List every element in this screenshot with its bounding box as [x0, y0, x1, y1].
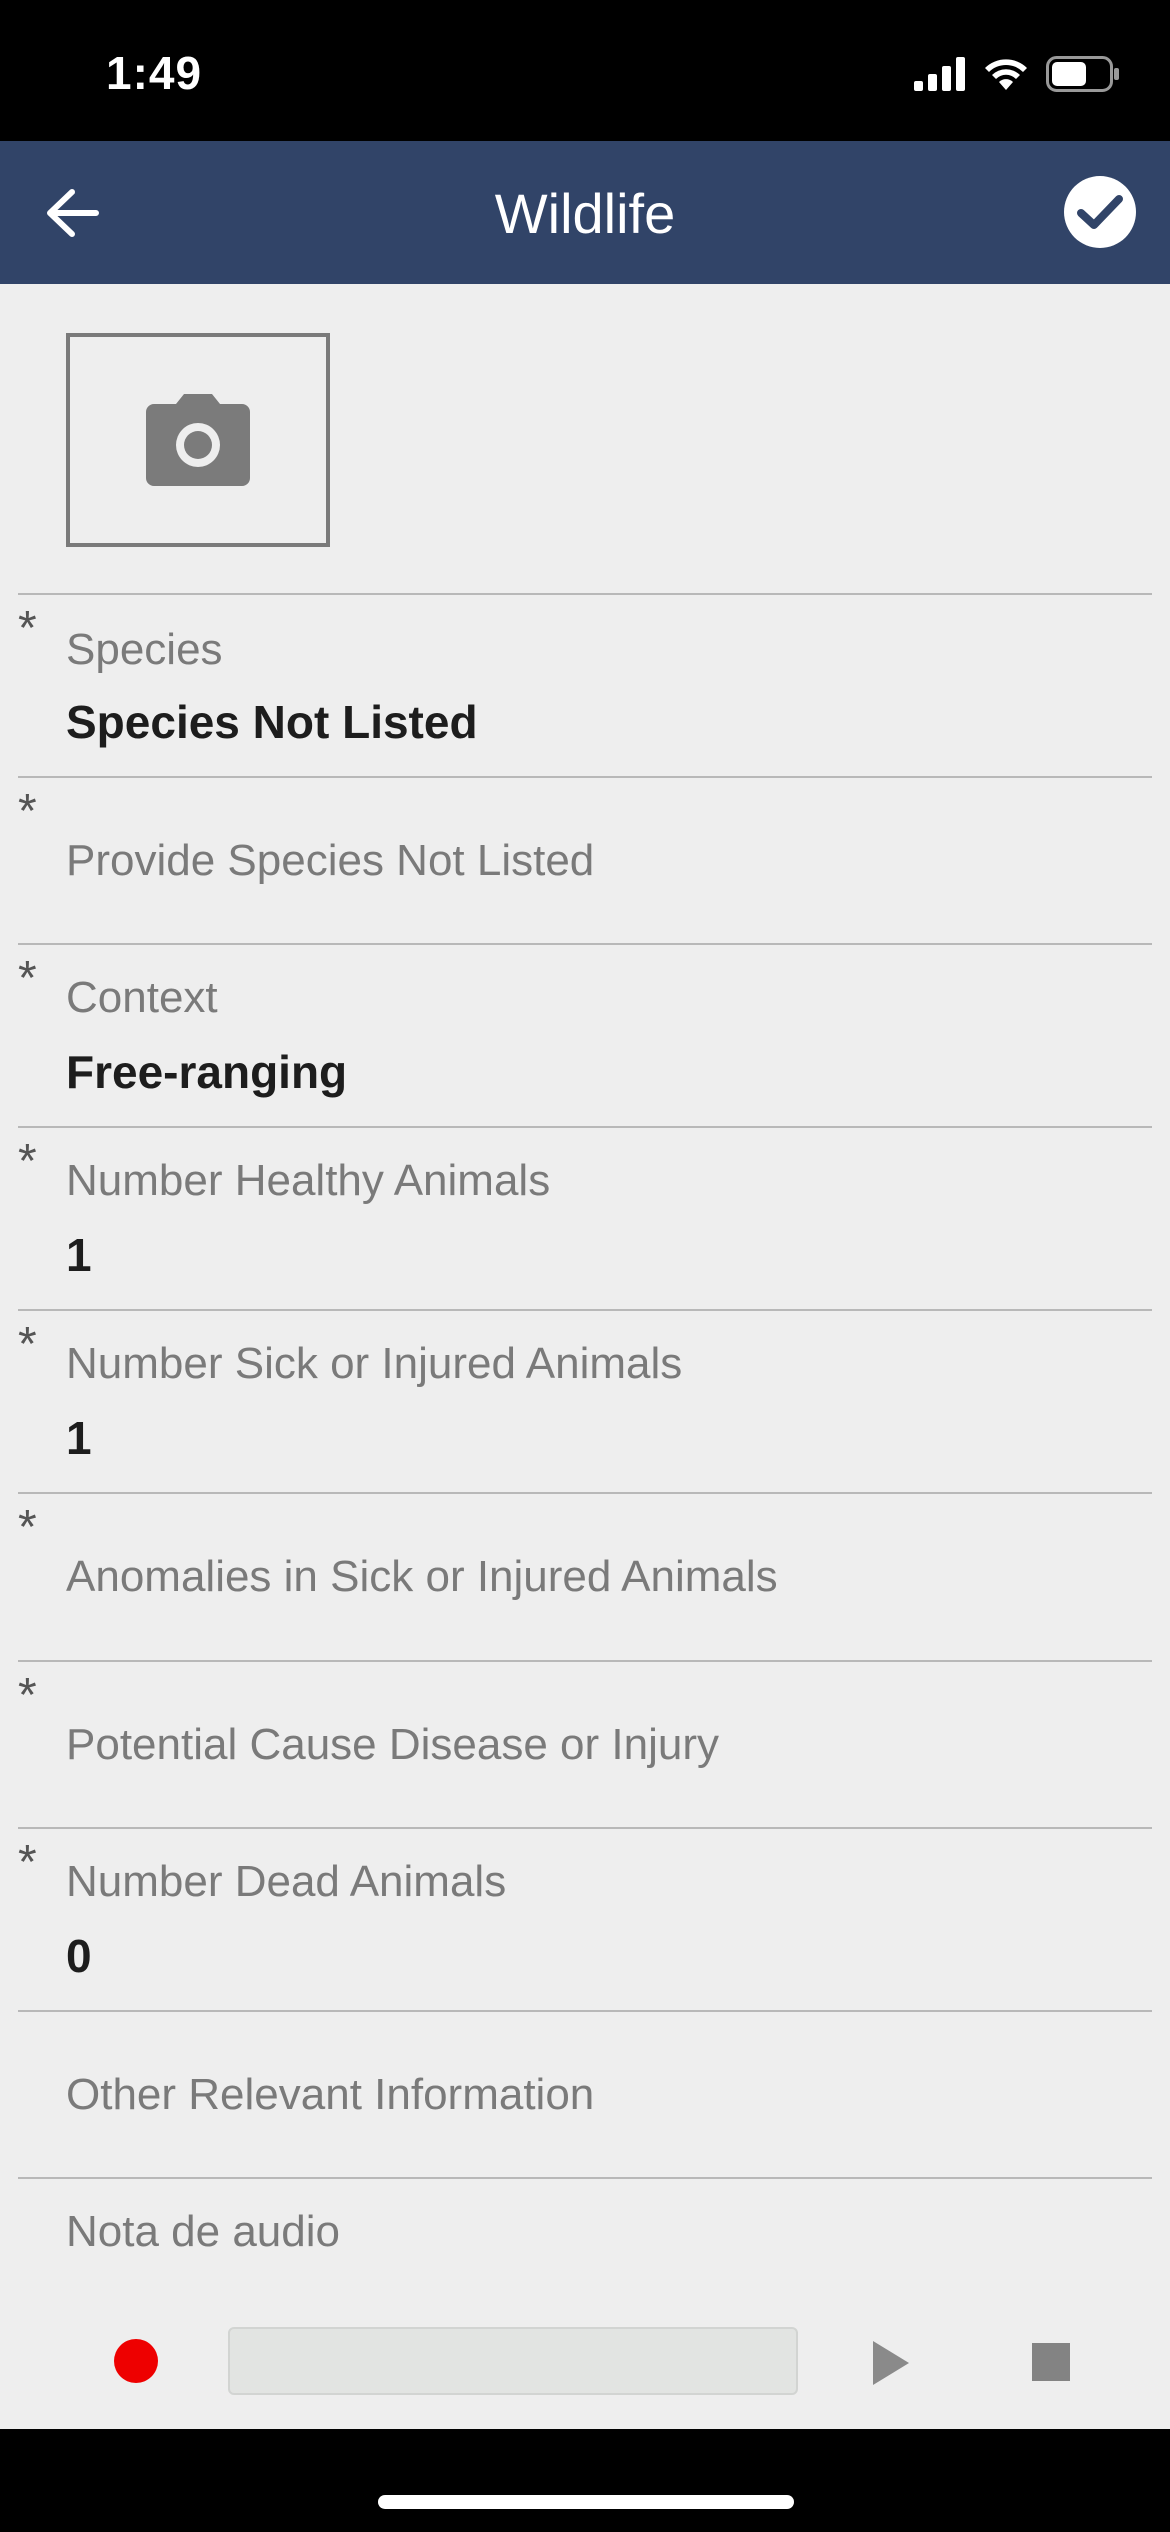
field-label: Nota de audio [66, 2207, 340, 2256]
field-value: 1 [66, 1412, 92, 1464]
form-content: * Species Species Not Listed * Provide S… [0, 284, 1170, 2429]
record-icon[interactable] [114, 2339, 158, 2383]
field-value: 1 [66, 1229, 92, 1281]
required-marker: * [18, 1501, 37, 1554]
battery-icon [1046, 56, 1119, 92]
signal-icon [914, 57, 965, 91]
page-title: Wildlife [494, 182, 676, 245]
camera-icon [146, 394, 250, 486]
check-circle-icon [1077, 195, 1123, 229]
field-label: Other Relevant Information [66, 2070, 595, 2119]
status-icons [914, 52, 1120, 96]
field-label: Anomalies in Sick or Injured Animals [66, 1552, 778, 1601]
field-provide-species[interactable]: * Provide Species Not Listed [18, 776, 1152, 943]
field-label: Species [66, 625, 223, 674]
add-photo-button[interactable] [66, 333, 330, 547]
wifi-icon [985, 59, 1027, 90]
field-value: Species Not Listed [66, 696, 478, 748]
field-anomalies[interactable]: * Anomalies in Sick or Injured Animals [18, 1492, 1152, 1660]
required-marker: * [18, 1135, 37, 1188]
home-indicator[interactable] [378, 2495, 794, 2509]
field-dead-animals[interactable]: * Number Dead Animals 0 [18, 1827, 1152, 2010]
field-healthy-animals[interactable]: * Number Healthy Animals 1 [18, 1126, 1152, 1309]
field-other-info[interactable]: Other Relevant Information [18, 2010, 1152, 2177]
field-context[interactable]: * Context Free-ranging [18, 943, 1152, 1126]
field-label: Potential Cause Disease or Injury [66, 1720, 719, 1769]
field-species[interactable]: * Species Species Not Listed [18, 593, 1152, 776]
field-potential-cause[interactable]: * Potential Cause Disease or Injury [18, 1660, 1152, 1827]
home-area [0, 2429, 1170, 2532]
status-bar: 1:49 [0, 0, 1170, 141]
required-marker: * [18, 1669, 37, 1722]
audio-progress-track[interactable] [228, 2327, 798, 2395]
required-marker: * [18, 1318, 37, 1371]
required-marker: * [18, 1836, 37, 1889]
field-label: Number Sick or Injured Animals [66, 1339, 683, 1388]
stop-icon[interactable] [1032, 2343, 1070, 2381]
required-marker: * [18, 785, 37, 838]
status-time: 1:49 [106, 47, 203, 99]
field-label: Context [66, 973, 218, 1022]
field-value: Free-ranging [66, 1046, 348, 1098]
required-marker: * [18, 602, 37, 655]
audio-controls [0, 2314, 1170, 2404]
field-label: Number Healthy Animals [66, 1156, 551, 1205]
field-label: Number Dead Animals [66, 1857, 507, 1906]
field-label: Provide Species Not Listed [66, 836, 595, 885]
required-marker: * [18, 952, 37, 1005]
field-sick-animals[interactable]: * Number Sick or Injured Animals 1 [18, 1309, 1152, 1492]
field-value: 0 [66, 1930, 92, 1982]
confirm-button[interactable] [1064, 176, 1136, 248]
nav-bar: Wildlife [0, 141, 1170, 284]
play-icon[interactable] [873, 2341, 909, 2385]
